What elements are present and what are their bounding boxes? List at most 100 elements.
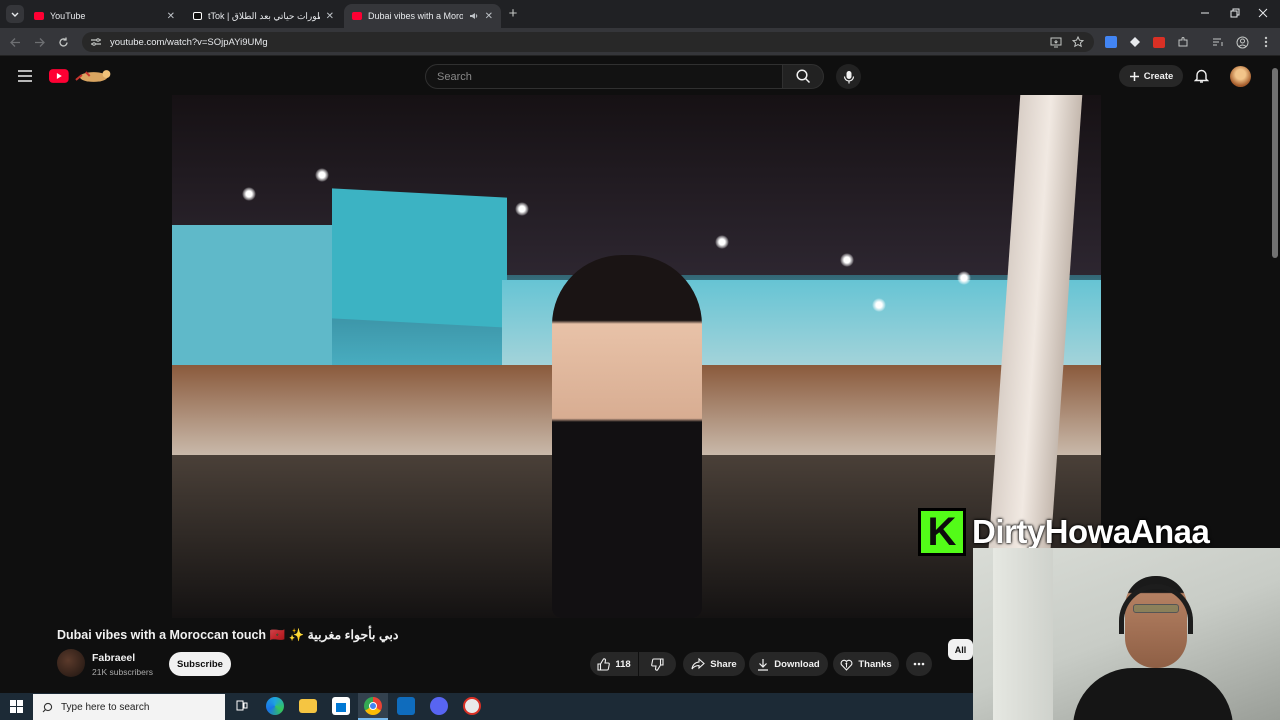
back-button[interactable] (6, 33, 24, 51)
taskbar-search[interactable]: Type here to search (33, 694, 225, 720)
wall-background (993, 548, 1053, 720)
install-icon (1050, 37, 1062, 47)
close-icon (1258, 8, 1268, 18)
woman-figure (552, 255, 702, 618)
search-icon (42, 702, 53, 712)
profile-button[interactable] (1233, 33, 1251, 51)
download-button[interactable]: Download (749, 652, 828, 676)
search-input[interactable]: Search (425, 64, 783, 89)
extension-diamond[interactable] (1126, 33, 1144, 51)
voice-search-button[interactable] (836, 64, 861, 89)
profile-icon (1236, 36, 1248, 48)
task-view-icon (236, 700, 248, 711)
youtube-play-logo-icon (49, 69, 69, 83)
browser-tab-tiktok[interactable]: tTok | تطورات حياتي بعد الطلاق ✕ (185, 4, 342, 28)
close-tab-icon[interactable]: ✕ (167, 11, 175, 22)
task-view-button[interactable] (233, 697, 251, 715)
kebab-menu-icon (1264, 36, 1268, 48)
start-button[interactable] (10, 700, 23, 718)
page-scrollbar[interactable] (1272, 68, 1278, 258)
share-button[interactable]: Share (683, 652, 745, 676)
site-settings-icon[interactable] (90, 37, 102, 47)
windows-taskbar: Type here to search (0, 693, 973, 720)
minimize-window-button[interactable] (1196, 4, 1214, 22)
lamp-light (515, 202, 529, 216)
discord-icon[interactable] (430, 697, 448, 715)
screen-panel (332, 188, 507, 328)
browser-tab-video[interactable]: Dubai vibes with a Moroccan ✕ (344, 4, 501, 28)
edge-browser-icon[interactable] (266, 697, 284, 715)
windows-logo-icon (10, 700, 23, 713)
glasses (1133, 604, 1179, 613)
store-bag-icon (336, 703, 346, 712)
install-app-button[interactable] (1047, 33, 1065, 51)
diamond-icon (1130, 37, 1140, 47)
forward-button[interactable] (30, 33, 48, 51)
puzzle-icon (1178, 37, 1188, 47)
speaker-icon[interactable] (469, 11, 479, 21)
bell-icon (1193, 69, 1210, 83)
close-tab-icon[interactable]: ✕ (326, 11, 334, 22)
chrome-taskbar-active[interactable] (358, 693, 388, 720)
bookmark-star-button[interactable] (1069, 33, 1087, 51)
address-bar[interactable]: youtube.com/watch?v=SOjpAYi9UMg (82, 32, 1094, 52)
like-button[interactable]: 118 (590, 652, 638, 676)
reload-button[interactable] (54, 33, 72, 51)
translate-extension[interactable] (1102, 33, 1120, 51)
more-horizontal-icon (913, 662, 925, 666)
create-button[interactable]: Create (1119, 65, 1183, 87)
restore-icon (1230, 8, 1240, 18)
subscribe-button[interactable]: Subscribe (169, 652, 231, 676)
lamp-light (872, 298, 886, 312)
browser-toolbar: youtube.com/watch?v=SOjpAYi9UMg (0, 28, 1280, 56)
notifications-button[interactable] (1193, 68, 1210, 89)
new-tab-button[interactable]: + (504, 4, 522, 22)
microsoft-store-icon[interactable] (332, 697, 350, 715)
lamp-light (957, 271, 971, 285)
file-explorer-icon[interactable] (299, 699, 317, 713)
tiktok-favicon-icon (193, 12, 202, 20)
tab-search-button[interactable] (6, 5, 24, 23)
browser-tab-strip: YouTube ✕ tTok | تطورات حياتي بعد الطلاق… (0, 0, 1280, 28)
thumbs-up-icon (597, 657, 611, 671)
minimize-icon (1201, 12, 1209, 14)
more-actions-button[interactable] (906, 652, 932, 676)
extensions-button[interactable] (1174, 33, 1192, 51)
reading-list-button[interactable] (1209, 33, 1227, 51)
youtube-favicon-icon (352, 12, 362, 20)
guide-menu-button[interactable] (17, 69, 33, 88)
chrome-menu-button[interactable] (1257, 33, 1275, 51)
search-button[interactable] (782, 64, 824, 89)
video-title: Dubai vibes with a Moroccan touch 🇲🇦 ✨ د… (57, 628, 399, 642)
doodle-logo-icon (74, 70, 111, 82)
channel-name[interactable]: Fabraeel (92, 652, 135, 664)
close-window-button[interactable] (1254, 4, 1272, 22)
lamp-light (242, 187, 256, 201)
streamer-body (1073, 668, 1233, 720)
subscriber-count: 21K subscribers (92, 667, 153, 677)
translate-icon (1105, 36, 1117, 48)
chevron-down-icon (11, 12, 19, 17)
media-controls-icon (1213, 38, 1223, 46)
youtube-logo[interactable] (49, 67, 113, 85)
extension-red[interactable] (1150, 33, 1168, 51)
building-left (172, 225, 332, 385)
filter-chip-all[interactable]: All (948, 639, 973, 660)
red-extension-icon (1153, 36, 1165, 48)
obs-icon[interactable] (463, 697, 481, 715)
thanks-button[interactable]: Thanks (833, 652, 899, 676)
webcam-overlay (973, 548, 1280, 720)
browser-tab-youtube[interactable]: YouTube ✕ (26, 4, 183, 28)
download-icon (758, 658, 769, 671)
search-icon (795, 69, 810, 84)
hamburger-menu-icon (18, 70, 32, 82)
kick-logo-icon: K (918, 508, 966, 556)
dislike-button[interactable] (639, 652, 676, 676)
outlook-icon[interactable] (397, 697, 415, 715)
channel-avatar[interactable] (57, 649, 85, 677)
star-icon (1072, 36, 1084, 48)
account-avatar[interactable] (1230, 66, 1251, 87)
youtube-masthead: Search Create (0, 57, 1280, 95)
restore-window-button[interactable] (1226, 4, 1244, 22)
close-tab-icon[interactable]: ✕ (485, 11, 493, 22)
